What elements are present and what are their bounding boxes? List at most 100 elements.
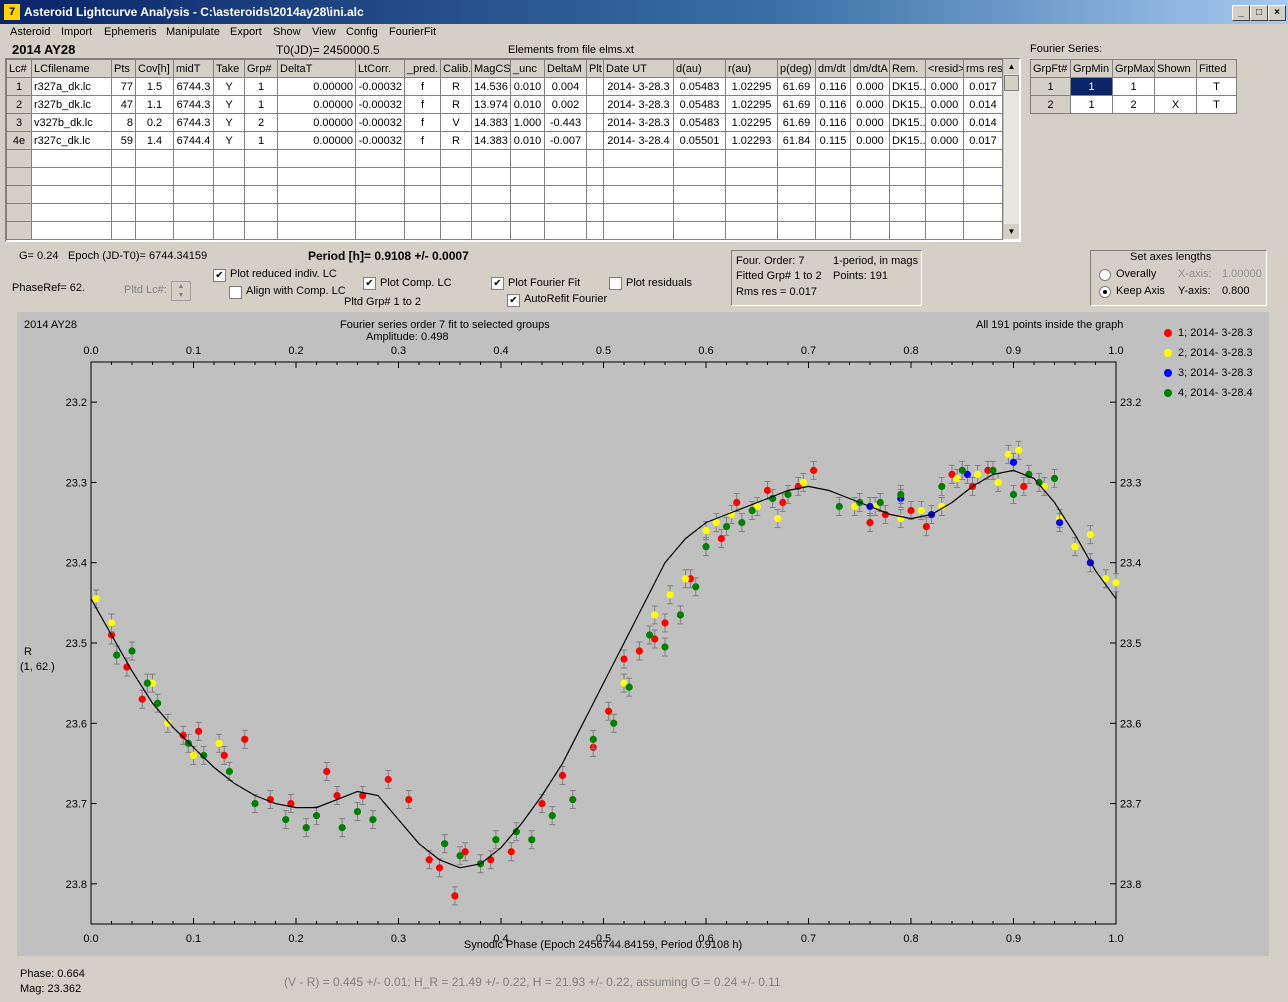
- table-cell[interactable]: [510, 185, 545, 204]
- menu-manipulate[interactable]: Manipulate: [166, 26, 220, 38]
- table-cell[interactable]: [603, 149, 674, 168]
- table-cell[interactable]: [544, 167, 587, 186]
- table-cell[interactable]: [355, 167, 405, 186]
- table-cell[interactable]: [510, 221, 545, 240]
- table-cell[interactable]: [244, 203, 278, 222]
- table-cell[interactable]: [355, 149, 405, 168]
- fourier-cell[interactable]: 1: [1030, 77, 1071, 96]
- lc-column-header[interactable]: DeltaM: [544, 59, 587, 78]
- table-cell[interactable]: [586, 185, 604, 204]
- table-cell[interactable]: [440, 203, 472, 222]
- row-header[interactable]: 4e: [6, 131, 32, 150]
- table-cell[interactable]: [673, 185, 726, 204]
- lc-column-header[interactable]: p(deg): [777, 59, 816, 78]
- table-cell[interactable]: 0.010: [510, 77, 545, 96]
- lc-column-header[interactable]: LtCorr.: [355, 59, 405, 78]
- table-cell[interactable]: [725, 221, 778, 240]
- table-cell[interactable]: [777, 203, 816, 222]
- table-cell[interactable]: [815, 203, 851, 222]
- scroll-down-arrow-icon[interactable]: ▼: [1004, 224, 1019, 239]
- lc-column-header[interactable]: midT: [173, 59, 214, 78]
- table-row[interactable]: 4e r327c_dk.lc 59 1.4 6744.4 Y 1 0.00000 -0.0003…: [6, 131, 1003, 150]
- table-cell[interactable]: f: [404, 113, 441, 132]
- table-cell[interactable]: 2: [244, 113, 278, 132]
- table-cell[interactable]: [925, 221, 964, 240]
- table-cell[interactable]: [963, 221, 1003, 240]
- table-cell[interactable]: V: [440, 113, 472, 132]
- table-cell[interactable]: R: [440, 131, 472, 150]
- table-cell[interactable]: [673, 203, 726, 222]
- table-cell[interactable]: 0.017: [963, 77, 1003, 96]
- table-cell[interactable]: r327c_dk.lc: [31, 131, 112, 150]
- lc-column-header[interactable]: <resid>: [925, 59, 964, 78]
- table-cell[interactable]: [889, 149, 926, 168]
- table-cell[interactable]: 2014- 3-28.4: [603, 131, 674, 150]
- table-cell[interactable]: [850, 149, 890, 168]
- table-cell[interactable]: 0.116: [815, 77, 851, 96]
- table-cell[interactable]: [440, 149, 472, 168]
- table-cell[interactable]: [213, 149, 245, 168]
- lc-column-header[interactable]: _unc: [510, 59, 545, 78]
- menu-import[interactable]: Import: [61, 26, 92, 38]
- menu-config[interactable]: Config: [346, 26, 378, 38]
- table-cell[interactable]: [925, 149, 964, 168]
- table-cell[interactable]: 0.05483: [673, 113, 726, 132]
- overally-radio[interactable]: [1099, 269, 1111, 281]
- table-cell[interactable]: [440, 221, 472, 240]
- lc-column-header[interactable]: MagCS: [471, 59, 511, 78]
- close-button[interactable]: ×: [1268, 5, 1286, 21]
- scroll-up-arrow-icon[interactable]: ▲: [1004, 59, 1019, 74]
- table-cell[interactable]: 0.017: [963, 131, 1003, 150]
- table-cell[interactable]: [6, 167, 32, 186]
- table-cell[interactable]: [111, 203, 136, 222]
- table-cell[interactable]: [889, 167, 926, 186]
- table-cell[interactable]: [404, 185, 441, 204]
- plot-canvas[interactable]: 0.00.00.10.10.20.20.30.30.40.40.50.50.60…: [17, 312, 1269, 971]
- table-cell[interactable]: 0.000: [925, 131, 964, 150]
- table-cell[interactable]: [31, 167, 112, 186]
- table-cell[interactable]: 0.000: [925, 77, 964, 96]
- fourier-cell[interactable]: 2: [1112, 95, 1155, 114]
- lc-column-header[interactable]: Cov[h]: [135, 59, 174, 78]
- table-row[interactable]: 3 v327b_dk.lc 8 0.2 6744.3 Y 2 0.00000 -0.00032 f…: [6, 113, 1003, 132]
- table-cell[interactable]: [586, 113, 604, 132]
- table-cell[interactable]: [889, 185, 926, 204]
- plot-reduced-checkbox[interactable]: ✔: [213, 269, 226, 282]
- table-cell[interactable]: [277, 185, 356, 204]
- align-checkbox[interactable]: [229, 286, 242, 299]
- menu-view[interactable]: View: [312, 26, 336, 38]
- table-cell[interactable]: [850, 203, 890, 222]
- table-cell[interactable]: [173, 221, 214, 240]
- table-cell[interactable]: Y: [213, 113, 245, 132]
- fourier-column-header[interactable]: Shown: [1154, 59, 1197, 78]
- table-cell[interactable]: [925, 203, 964, 222]
- fourier-cell[interactable]: X: [1154, 95, 1197, 114]
- table-cell[interactable]: [244, 149, 278, 168]
- table-cell[interactable]: [277, 203, 356, 222]
- table-cell[interactable]: -0.00032: [355, 131, 405, 150]
- table-cell[interactable]: [244, 167, 278, 186]
- table-cell[interactable]: 0.116: [815, 113, 851, 132]
- plot-comp-checkbox[interactable]: ✔: [363, 277, 376, 290]
- table-cell[interactable]: [963, 167, 1003, 186]
- table-cell[interactable]: 61.69: [777, 77, 816, 96]
- table-cell[interactable]: 0.000: [925, 113, 964, 132]
- table-cell[interactable]: [111, 221, 136, 240]
- table-cell[interactable]: 0.00000: [277, 77, 356, 96]
- table-cell[interactable]: R: [440, 95, 472, 114]
- fourier-cell[interactable]: 1: [1112, 77, 1155, 96]
- lc-column-header[interactable]: Pts: [111, 59, 136, 78]
- fourier-column-header[interactable]: GrpMin: [1070, 59, 1113, 78]
- table-cell[interactable]: 6744.3: [173, 77, 214, 96]
- table-cell[interactable]: Y: [213, 95, 245, 114]
- fourier-cell[interactable]: T: [1196, 95, 1237, 114]
- table-cell[interactable]: [244, 221, 278, 240]
- pltd-lc-spinner[interactable]: ▲ ▼: [171, 281, 191, 301]
- table-row[interactable]: 1 r327a_dk.lc 77 1.5 6744.3 Y 1 0.00000 -0.00032…: [6, 77, 1003, 96]
- table-cell[interactable]: 14.383: [471, 131, 511, 150]
- table-cell[interactable]: [213, 221, 245, 240]
- table-cell[interactable]: [404, 149, 441, 168]
- table-cell[interactable]: [173, 149, 214, 168]
- table-cell[interactable]: [135, 167, 174, 186]
- table-cell[interactable]: [440, 167, 472, 186]
